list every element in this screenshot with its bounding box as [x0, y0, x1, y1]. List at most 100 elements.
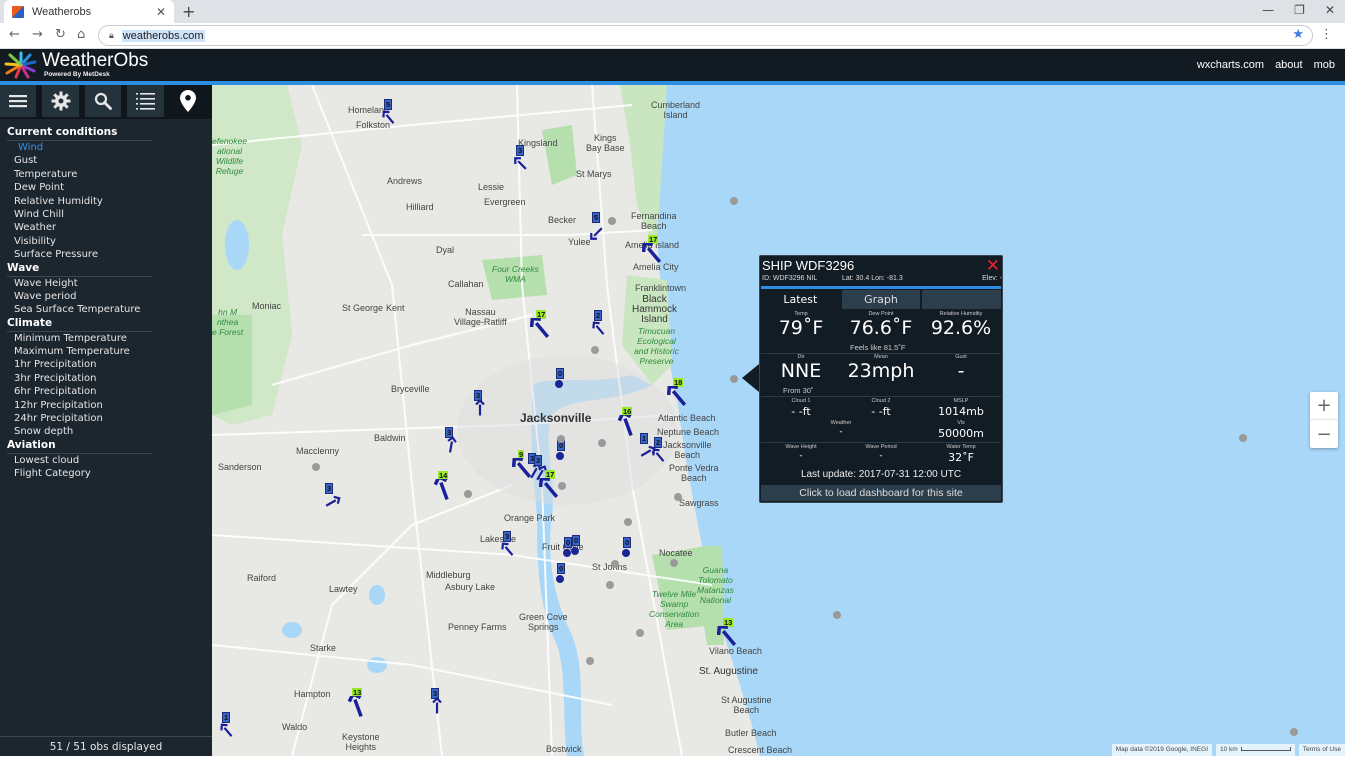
place-label: Starke [310, 643, 337, 653]
load-dashboard-button[interactable]: Click to load dashboard for this site [761, 485, 1001, 501]
place-label: Four Creeks WMA [492, 264, 539, 284]
sidebar-item-gust[interactable]: Gust [0, 154, 212, 167]
restore-button[interactable]: ❐ [1294, 3, 1305, 17]
place-label: St Johns [592, 562, 628, 572]
place-label: Fernandina Beach [631, 211, 677, 231]
no-data-station-marker[interactable] [670, 559, 678, 567]
back-icon[interactable]: ← [9, 27, 20, 42]
no-data-station-marker[interactable] [611, 560, 619, 568]
no-data-station-marker[interactable] [586, 657, 594, 665]
sidebar-item-maximum-temperature[interactable]: Maximum Temperature [0, 345, 212, 358]
tab-graph[interactable]: Graph [841, 290, 921, 309]
place-label: Green Cove Springs [519, 612, 568, 632]
sidebar-item-wave-height[interactable]: Wave Height [0, 277, 212, 290]
url-input[interactable]: 🔒︎ weatherobs.com ★ [98, 25, 1313, 46]
sidebar-item-24hr-precipitation[interactable]: 24hr Precipitation [0, 412, 212, 425]
no-data-station-marker[interactable] [833, 611, 841, 619]
no-data-station-marker[interactable] [558, 482, 566, 490]
place-label: Middleburg [426, 570, 471, 580]
place-label: Moniac [252, 301, 282, 311]
sidebar-item-surface-pressure[interactable]: Surface Pressure [0, 248, 212, 261]
no-data-station-marker[interactable] [730, 197, 738, 205]
close-tab-icon[interactable]: ✕ [156, 5, 166, 19]
new-tab-button[interactable]: + [182, 2, 195, 21]
place-label: Timucuan Ecological and Historic Preserv… [634, 326, 679, 366]
no-data-station-marker[interactable] [557, 435, 565, 443]
no-data-station-marker[interactable] [312, 463, 320, 471]
zoom-out-button[interactable]: − [1310, 420, 1338, 448]
map-data-credit: Map data ©2019 Google, INEGI [1111, 744, 1212, 756]
minimize-button[interactable]: — [1262, 3, 1274, 17]
sidebar-section-title: Climate [7, 316, 53, 329]
sidebar-item-dew-point[interactable]: Dew Point [0, 181, 212, 194]
search-button[interactable] [84, 85, 122, 117]
no-data-station-marker[interactable] [608, 217, 616, 225]
place-label: Sawgrass [679, 498, 719, 508]
wind-arrow-icon [717, 626, 737, 647]
sidebar-item-lowest-cloud[interactable]: Lowest cloud [0, 454, 212, 467]
sidebar-item-6hr-precipitation[interactable]: 6hr Precipitation [0, 385, 212, 398]
no-data-station-marker[interactable] [674, 493, 682, 501]
weather-label: Weather [830, 420, 852, 426]
browser-tab[interactable]: Weatherobs ✕ [4, 0, 174, 23]
menu-button[interactable] [0, 85, 37, 117]
sidebar-item-visibility[interactable]: Visibility [0, 235, 212, 248]
no-data-station-marker[interactable] [598, 439, 606, 447]
close-popup-icon[interactable]: ✕ [986, 256, 1000, 276]
tab-latest[interactable]: Latest [761, 290, 840, 309]
bookmark-star-icon[interactable]: ★ [1292, 27, 1304, 42]
location-button[interactable] [169, 85, 207, 117]
cloud1-value: - -ft [791, 405, 811, 418]
no-data-station-marker[interactable] [636, 629, 644, 637]
sidebar-section-title: Aviation [7, 438, 56, 451]
sidebar-item-temperature[interactable]: Temperature [0, 168, 212, 181]
sidebar-item-flight-category[interactable]: Flight Category [0, 467, 212, 480]
search-icon [94, 92, 112, 110]
last-update: Last update: 2017-07-31 12:00 UTC [800, 469, 962, 480]
wind-arrow-icon [433, 479, 449, 501]
terms-link[interactable]: Terms of Use [1298, 744, 1345, 756]
sidebar-item-sea-surface-temperature[interactable]: Sea Surface Temperature [0, 303, 212, 316]
popup-pointer [742, 364, 759, 392]
wind-arrow-icon [347, 696, 363, 718]
no-data-station-marker[interactable] [730, 375, 738, 383]
sidebar-item-minimum-temperature[interactable]: Minimum Temperature [0, 332, 212, 345]
sidebar-item-wind-chill[interactable]: Wind Chill [0, 208, 212, 221]
nav-link-mob[interactable]: mob [1314, 59, 1335, 71]
no-data-station-marker[interactable] [591, 346, 599, 354]
wind-arrow-icon [652, 448, 665, 462]
place-label: Asbury Lake [445, 582, 496, 592]
sidebar-item-snow-depth[interactable]: Snow depth [0, 425, 212, 438]
sidebar-item-relative-humidity[interactable]: Relative Humidity [0, 195, 212, 208]
sidebar-item-wind[interactable]: Wind [0, 141, 212, 154]
list-button[interactable] [127, 85, 164, 117]
close-window-button[interactable]: ✕ [1325, 3, 1335, 17]
wind-arrow-icon [475, 398, 485, 416]
settings-button[interactable] [42, 85, 79, 117]
sidebar-item-1hr-precipitation[interactable]: 1hr Precipitation [0, 358, 212, 371]
forward-icon[interactable]: → [32, 27, 43, 42]
browser-menu-icon[interactable]: ⋮ [1320, 27, 1333, 42]
no-data-station-marker[interactable] [1239, 434, 1247, 442]
home-icon[interactable]: ⌂ [77, 27, 85, 42]
no-data-station-marker[interactable] [624, 518, 632, 526]
no-data-station-marker[interactable] [606, 581, 614, 589]
no-data-station-marker[interactable] [1290, 728, 1298, 736]
sidebar-item-3hr-precipitation[interactable]: 3hr Precipitation [0, 372, 212, 385]
place-label: hn M nthea e Forest [212, 307, 244, 337]
reload-icon[interactable]: ↻ [55, 27, 66, 42]
nav-link-wxcharts[interactable]: wxcharts.com [1197, 59, 1264, 71]
place-label: Raiford [247, 573, 277, 583]
cloud2-label: Cloud 2 [871, 398, 891, 404]
temp-value: 79˚F [778, 317, 824, 339]
sidebar-item-weather[interactable]: Weather [0, 221, 212, 234]
url-text[interactable]: weatherobs.com [121, 29, 205, 42]
nav-link-about[interactable]: about [1275, 59, 1303, 71]
place-label: Hampton [294, 689, 331, 699]
no-data-station-marker[interactable] [464, 490, 472, 498]
brand-name[interactable]: WeatherObs [42, 50, 148, 72]
sidebar-item-wave-period[interactable]: Wave period [0, 290, 212, 303]
zoom-in-button[interactable]: + [1310, 392, 1338, 420]
sidebar-item-12hr-precipitation[interactable]: 12hr Precipitation [0, 399, 212, 412]
place-label: Twelve Mile Swamp Conservation Area [649, 589, 700, 629]
